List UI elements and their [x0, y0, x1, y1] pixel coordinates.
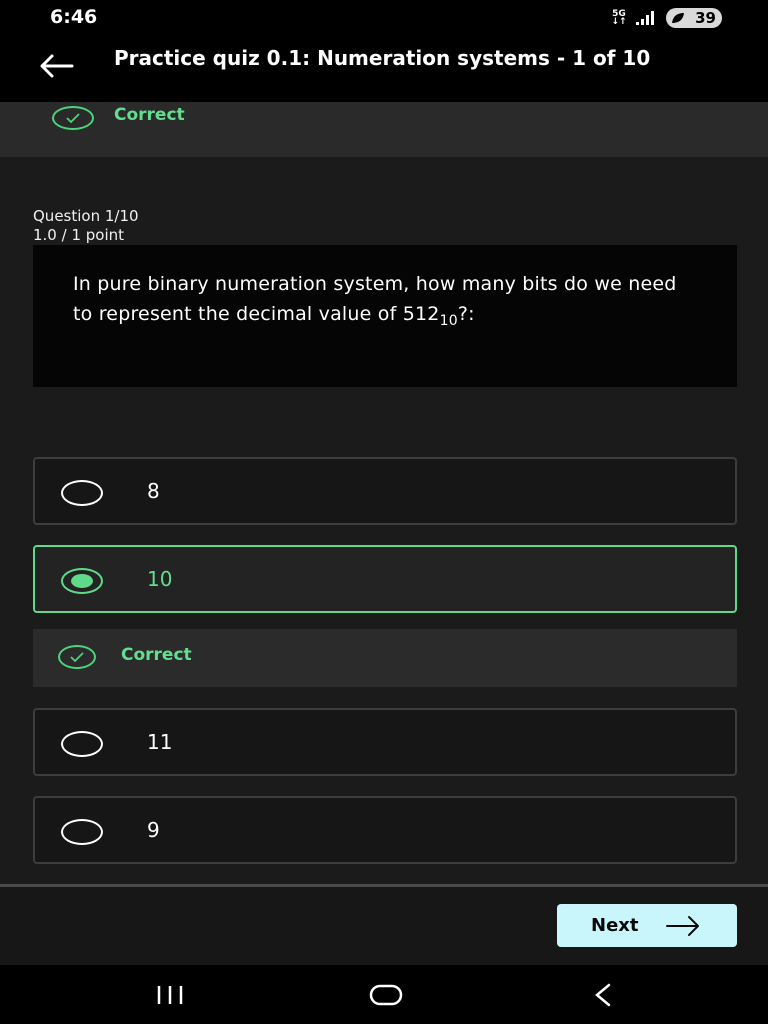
status-bar: 6:46 5G ↓↑ 39: [0, 0, 768, 40]
radio-button[interactable]: [61, 731, 103, 757]
option-11[interactable]: 11: [33, 708, 737, 776]
network-5g-icon: 5G ↓↑: [611, 9, 627, 27]
top-correct-banner: Correct: [0, 102, 768, 157]
recent-apps-icon: [157, 986, 183, 1004]
option-label: 10: [147, 567, 173, 591]
app-header: Practice quiz 0.1: Numeration systems - …: [0, 40, 768, 102]
back-button[interactable]: [34, 48, 78, 84]
arrow-left-icon: [40, 54, 74, 78]
home-icon: [369, 984, 403, 1006]
radio-button[interactable]: [61, 819, 103, 845]
check-circle-icon: [52, 106, 94, 130]
page-title: Practice quiz 0.1: Numeration systems - …: [114, 46, 651, 70]
system-back-button[interactable]: [584, 975, 620, 1015]
footer: Next: [0, 887, 768, 965]
correct-label: Correct: [114, 105, 185, 125]
radio-button[interactable]: [61, 480, 103, 506]
check-circle-icon: [58, 645, 96, 669]
system-nav-bar: [0, 965, 768, 1024]
status-time: 6:46: [50, 6, 98, 28]
battery-saver-leaf-icon: [672, 13, 684, 23]
answer-feedback: Correct: [33, 629, 737, 687]
question-number: Question 1/10: [33, 207, 139, 225]
battery-level: 39: [695, 9, 716, 27]
radio-button-selected[interactable]: [61, 568, 103, 594]
option-label: 9: [147, 818, 160, 842]
status-icons: 5G ↓↑ 39: [608, 8, 722, 28]
feedback-label: Correct: [121, 645, 192, 665]
question-text: In pure binary numeration system, how ma…: [73, 273, 677, 329]
arrow-right-icon: [665, 915, 699, 936]
next-label: Next: [591, 915, 639, 936]
question-points: 1.0 / 1 point: [33, 226, 125, 244]
option-label: 11: [147, 730, 173, 754]
chevron-left-icon: [595, 983, 611, 1007]
home-button[interactable]: [364, 975, 408, 1015]
option-10[interactable]: 10: [33, 545, 737, 613]
next-button[interactable]: Next: [557, 904, 737, 947]
option-8[interactable]: 8: [33, 457, 737, 525]
question-meta: Question 1/10 1.0 / 1 point: [33, 207, 139, 245]
battery-icon: 39: [666, 8, 722, 28]
option-9[interactable]: 9: [33, 796, 737, 864]
question-box: In pure binary numeration system, how ma…: [33, 245, 737, 387]
option-label: 8: [147, 479, 160, 503]
signal-icon: [636, 11, 654, 25]
recent-apps-button[interactable]: [150, 975, 190, 1015]
